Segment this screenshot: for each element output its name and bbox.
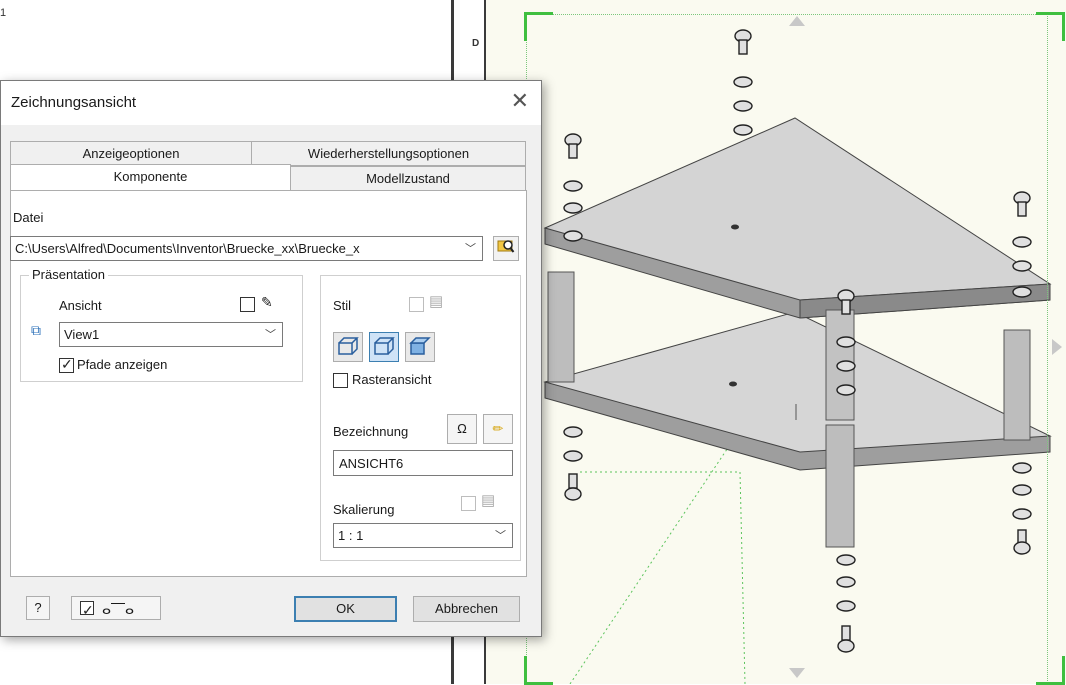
view-select-value: View1 <box>64 327 100 342</box>
bulb-pencil-icon: ✏ <box>492 421 504 436</box>
show-paths-label: Pfade anzeigen <box>77 357 168 372</box>
symbol-button[interactable]: Ω <box>447 414 477 444</box>
view-checkbox[interactable] <box>240 297 255 312</box>
view-corner-handle[interactable] <box>524 12 553 41</box>
tab-anzeigeoptionen[interactable]: Anzeigeoptionen <box>10 141 252 166</box>
close-icon[interactable]: ✕ <box>511 90 529 112</box>
hidden-lines-icon <box>338 337 359 355</box>
style-hidden-removed-button[interactable] <box>369 332 399 362</box>
zone-letter: D <box>472 38 480 49</box>
view-arrow-up-icon[interactable] <box>789 16 805 26</box>
tab-label: Wiederherstellungsoptionen <box>307 146 470 161</box>
style-label: Stil <box>333 298 352 313</box>
view-corner-handle[interactable] <box>524 656 553 685</box>
file-path-value: C:\Users\Alfred\Documents\Inventor\Bruec… <box>15 241 360 256</box>
style-shaded-button[interactable] <box>405 332 435 362</box>
chevron-down-icon: ﹀ <box>465 243 476 255</box>
tab-modellzustand[interactable]: Modellzustand <box>290 166 526 191</box>
tab-label: Anzeigeoptionen <box>82 146 180 161</box>
chevron-down-icon: ﹀ <box>495 530 506 542</box>
scale-value: 1 : 1 <box>338 528 364 543</box>
scale-select[interactable]: 1 : 1 ﹀ <box>333 523 513 548</box>
tab-label: Modellzustand <box>366 171 450 186</box>
tab-content-komponente: Datei C:\Users\Alfred\Documents\Inventor… <box>10 190 527 577</box>
presentation-group: Präsentation Ansicht ✎ ⧉ View1 ﹀ ✓ Pfade… <box>20 267 303 382</box>
raster-view-label: Rasteransicht <box>352 372 432 387</box>
tab-wiederherstellungsoptionen[interactable]: Wiederherstellungsoptionen <box>251 141 526 166</box>
checkmark-icon: ✓ <box>82 602 94 618</box>
hidden-removed-icon <box>374 337 395 355</box>
drawing-view-dialog: Zeichnungsansicht ✕ Anzeigeoptionen Wied… <box>0 80 542 637</box>
cancel-button[interactable]: Abbrechen <box>413 596 520 622</box>
view-arrow-down-icon[interactable] <box>789 668 805 678</box>
view-arrow-right-icon[interactable] <box>1052 339 1062 355</box>
view-select[interactable]: View1 ﹀ <box>59 322 283 347</box>
help-icon: ? <box>34 600 42 615</box>
presentation-cube-icon: ⧉ <box>31 322 41 338</box>
style-hidden-lines-button[interactable] <box>333 332 363 362</box>
browse-file-button[interactable] <box>493 236 519 261</box>
shaded-icon <box>409 337 431 355</box>
scale-label: Skalierung <box>333 502 395 517</box>
dialog-titlebar[interactable]: Zeichnungsansicht ✕ <box>1 81 541 125</box>
tab-komponente[interactable]: Komponente <box>10 164 291 190</box>
checkmark-icon: ✓ <box>61 356 73 372</box>
view-corner-handle[interactable] <box>1036 656 1065 685</box>
preview-toggle[interactable]: ✓ ⴰ⎺ⴰ <box>71 596 161 620</box>
glasses-icon: ⴰ⎺ⴰ <box>102 601 135 617</box>
chevron-down-icon: ﹀ <box>265 329 276 341</box>
ok-button[interactable]: OK <box>294 596 397 622</box>
scale-from-base-checkbox[interactable] <box>461 496 476 511</box>
help-button[interactable]: ? <box>26 596 50 620</box>
designation-value: ANSICHT6 <box>339 456 404 471</box>
presentation-group-title: Präsentation <box>29 267 108 282</box>
preview-checkbox[interactable]: ✓ <box>80 601 94 618</box>
view-label: Ansicht <box>59 298 102 313</box>
style-from-base-checkbox[interactable] <box>409 297 424 312</box>
view-corner-handle[interactable] <box>1036 12 1065 41</box>
designation-input[interactable]: ANSICHT6 <box>333 450 513 476</box>
tab-label: Komponente <box>113 169 188 184</box>
top-mark: 1 <box>0 7 7 19</box>
link-pencil-icon: ✎ <box>261 294 273 310</box>
omega-icon: Ω <box>457 421 467 436</box>
file-path-select[interactable]: C:\Users\Alfred\Documents\Inventor\Bruec… <box>10 236 483 261</box>
dialog-title: Zeichnungsansicht <box>11 94 137 111</box>
designation-label: Bezeichnung <box>333 424 409 439</box>
toggle-label-visibility-button[interactable]: ✏ <box>483 414 513 444</box>
scale-link-icon: ▤ <box>481 492 496 509</box>
style-link-icon: ▤ <box>429 293 444 310</box>
file-label: Datei <box>13 210 44 225</box>
style-group: Stil ▤ Rasteransicht Bezeichnung Ω ✏ ANS… <box>320 275 521 561</box>
raster-view-checkbox[interactable] <box>333 373 348 388</box>
view-boundary <box>526 14 1048 685</box>
folder-search-icon <box>497 240 515 253</box>
show-paths-checkbox[interactable]: ✓ <box>59 356 74 373</box>
